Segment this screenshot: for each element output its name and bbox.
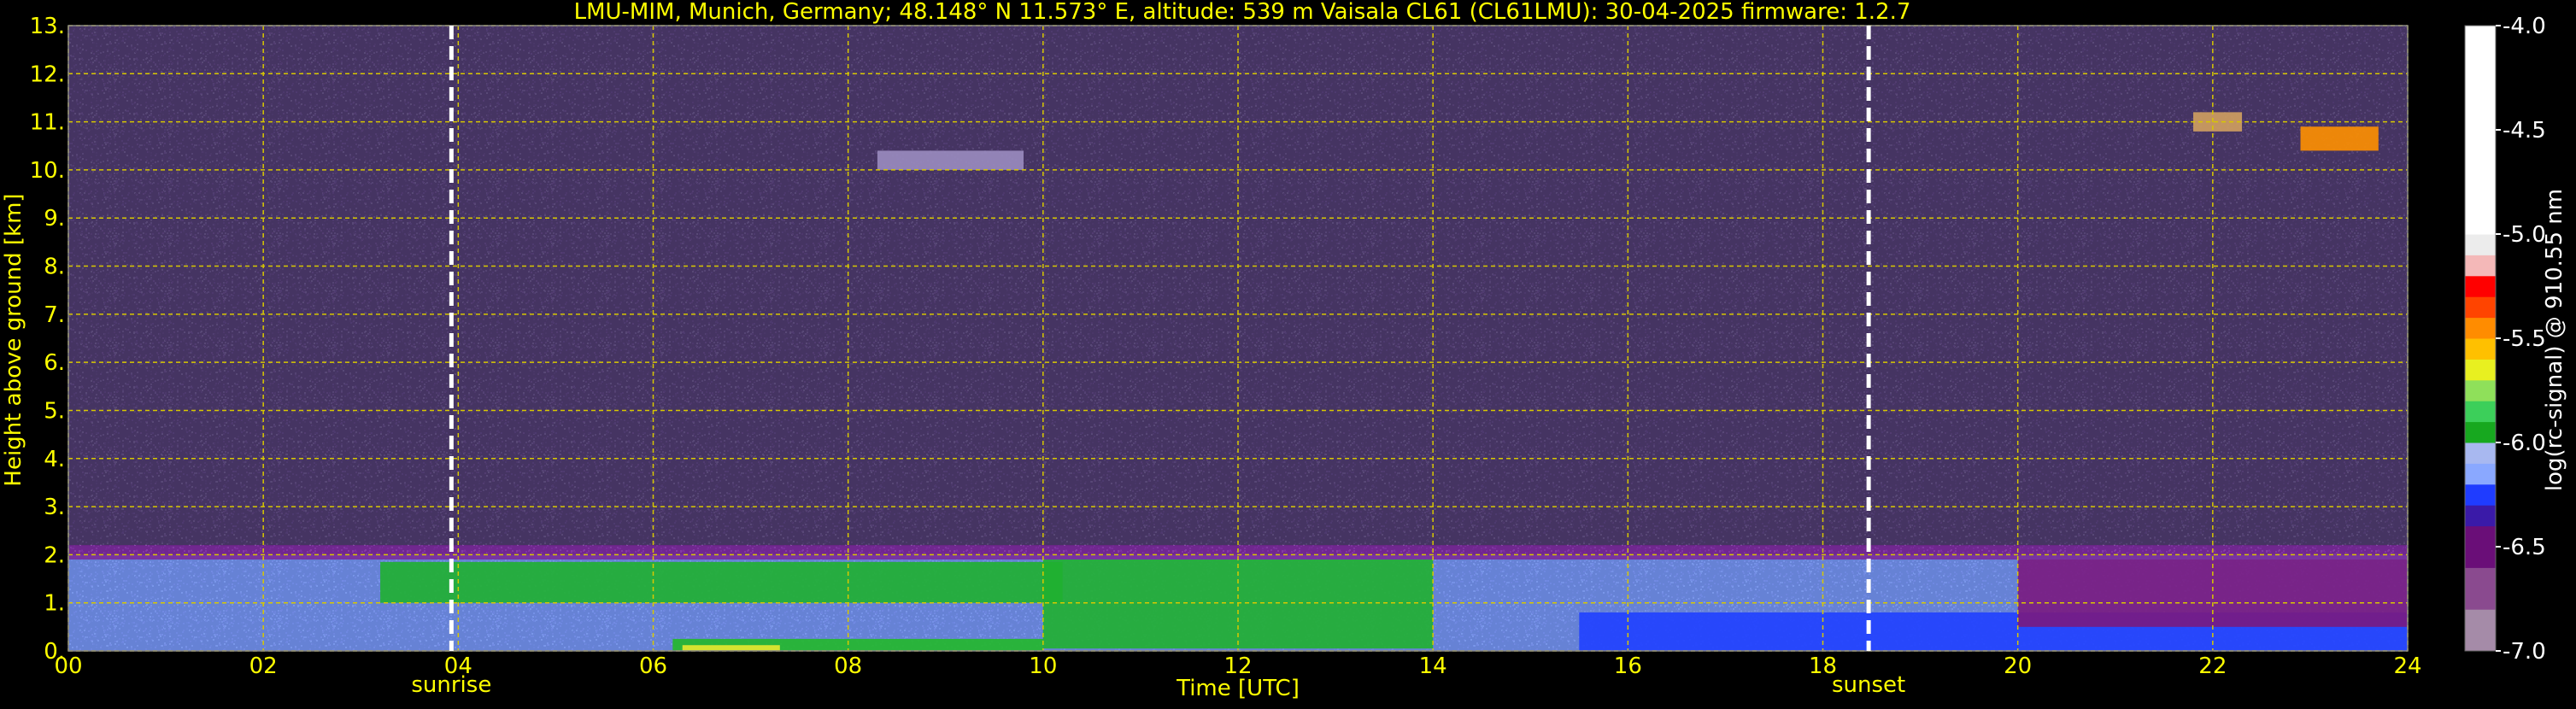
x-tick-label: 10 bbox=[1029, 653, 1057, 679]
y-tick-label: 12. bbox=[30, 62, 65, 87]
colorbar-segment bbox=[2465, 296, 2496, 319]
colorbar-segment bbox=[2465, 234, 2496, 255]
y-tick-label: 6. bbox=[44, 350, 65, 376]
x-tick-label: 20 bbox=[2004, 653, 2032, 679]
colorbar-segment bbox=[2465, 421, 2496, 443]
x-tick-label: 22 bbox=[2198, 653, 2227, 679]
y-tick-label: 2. bbox=[44, 542, 65, 568]
colorbar-segment bbox=[2465, 26, 2496, 235]
layer-thin-cloud bbox=[877, 150, 1024, 170]
y-tick-label: 9. bbox=[44, 206, 65, 231]
layer-surface-layer bbox=[682, 645, 780, 651]
colorbar-segment bbox=[2465, 463, 2496, 485]
colorbar-segment bbox=[2465, 359, 2496, 381]
colorbar: -4.0 -4.5 -5.0 -5.5 -6.0 -6.5 -7.0 bbox=[2464, 14, 2546, 665]
colorbar-segment bbox=[2465, 255, 2496, 277]
colorbar-segment bbox=[2465, 379, 2496, 401]
colorbar-segment bbox=[2465, 401, 2496, 423]
colorbar-segment bbox=[2465, 275, 2496, 297]
colorbar-segment bbox=[2465, 338, 2496, 360]
x-tick-label: 24 bbox=[2393, 653, 2421, 679]
colorbar-segment bbox=[2465, 609, 2496, 652]
layer-residual-layer bbox=[2017, 560, 2408, 627]
y-tick-label: 10. bbox=[30, 158, 65, 184]
y-tick-label: 11. bbox=[30, 110, 65, 136]
x-tick-label: 02 bbox=[249, 653, 278, 679]
plot-area bbox=[67, 25, 2409, 652]
colorbar-segment bbox=[2465, 505, 2496, 527]
x-axis-label: Time [UTC] bbox=[1176, 676, 1300, 701]
colorbar-segment bbox=[2465, 567, 2496, 610]
colorbar-tick-label: -5.0 bbox=[2503, 222, 2546, 248]
annotation-label: sunset bbox=[1832, 672, 1905, 698]
y-axis-label: Height above ground [km] bbox=[1, 193, 26, 486]
colorbar-segment bbox=[2465, 483, 2496, 506]
colorbar-tick-label: -4.0 bbox=[2503, 14, 2546, 39]
colorbar-label: log(rc-signal) @ 910.55 nm bbox=[2542, 189, 2567, 491]
colorbar-tick-label: -6.0 bbox=[2503, 431, 2546, 456]
colorbar-tick-label: -4.5 bbox=[2503, 118, 2546, 144]
colorbar-tick-label: -5.5 bbox=[2503, 326, 2546, 352]
colorbar-segment bbox=[2465, 317, 2496, 339]
colorbar-tick-label: -7.0 bbox=[2503, 639, 2546, 665]
colorbar-segment bbox=[2465, 525, 2496, 568]
y-tick-label: 5. bbox=[44, 398, 65, 424]
ceilometer-figure: LMU-MIM, Munich, Germany; 48.148° N 11.5… bbox=[0, 0, 2576, 706]
x-tick-label: 06 bbox=[639, 653, 667, 679]
y-tick-label: 3. bbox=[44, 495, 65, 520]
y-axis-ticks: 0. 1. 2. 3. 4. 5. 6. 7. 8. 9. 10. 11. 12. 13. bbox=[30, 14, 65, 665]
x-axis-ticks: 00 02 04 06 08 10 12 14 16 18 20 22 24 bbox=[54, 653, 2421, 679]
y-tick-label: 0. bbox=[44, 639, 65, 665]
y-tick-label: 13. bbox=[30, 14, 65, 39]
y-tick-label: 7. bbox=[44, 302, 65, 328]
y-tick-label: 4. bbox=[44, 447, 65, 472]
colorbar-segment bbox=[2465, 442, 2496, 464]
x-tick-label: 14 bbox=[1419, 653, 1447, 679]
layer-enhanced-layer bbox=[380, 561, 1063, 603]
layer-cirrus bbox=[2300, 126, 2379, 151]
annotation-label: sunrise bbox=[411, 672, 491, 698]
colorbar-tick-label: -6.5 bbox=[2503, 535, 2546, 560]
backscatter-chart: LMU-MIM, Munich, Germany; 48.148° N 11.5… bbox=[1, 0, 2567, 701]
y-tick-label: 8. bbox=[44, 255, 65, 280]
chart-title: LMU-MIM, Munich, Germany; 48.148° N 11.5… bbox=[574, 0, 1911, 25]
y-tick-label: 1. bbox=[44, 591, 65, 617]
x-tick-label: 08 bbox=[834, 653, 862, 679]
x-tick-label: 16 bbox=[1614, 653, 1642, 679]
x-tick-label: 12 bbox=[1223, 653, 1252, 679]
